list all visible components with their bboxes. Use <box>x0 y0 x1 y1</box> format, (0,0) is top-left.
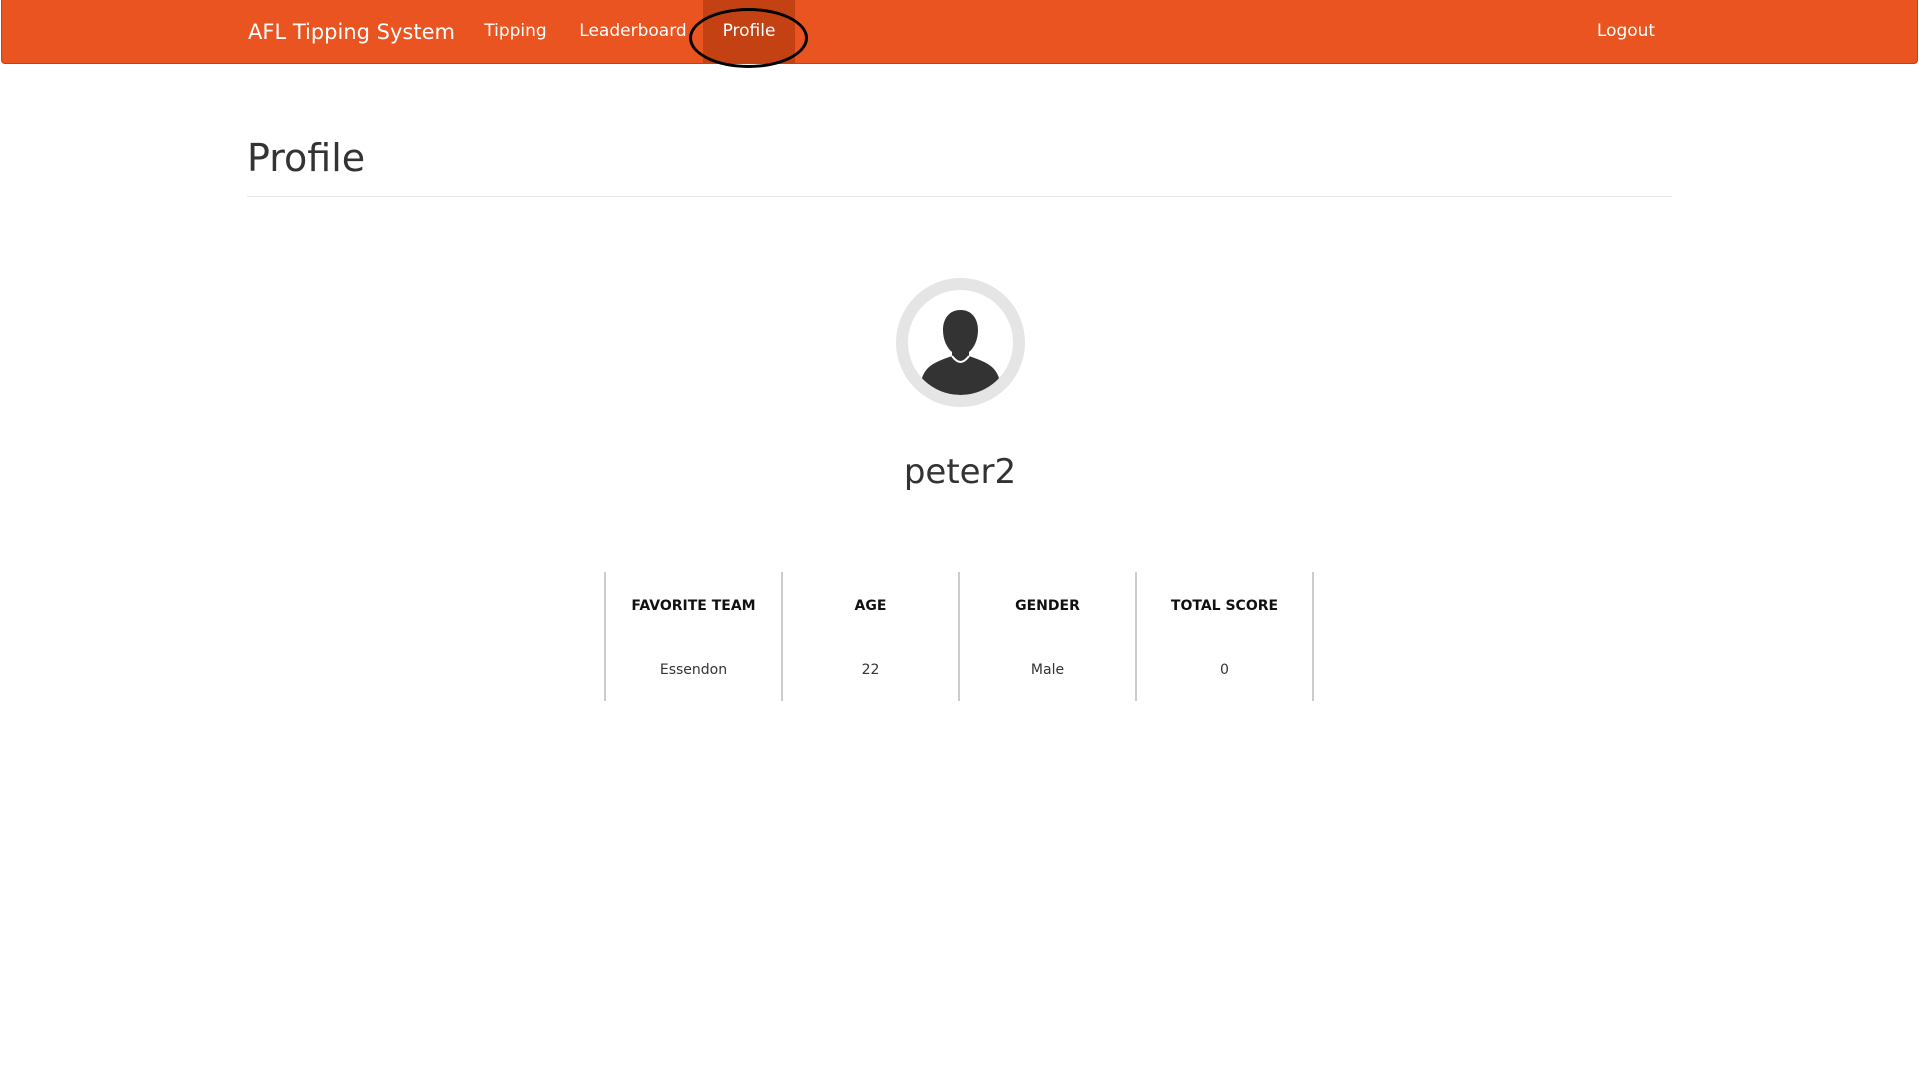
stat-gender: GENDER Male <box>958 572 1135 701</box>
brand-link[interactable]: AFL Tipping System <box>248 0 455 64</box>
user-silhouette-icon <box>908 290 1013 395</box>
stat-label: GENDER <box>1015 598 1080 614</box>
stat-label: AGE <box>854 598 887 614</box>
nav-tipping[interactable]: Tipping <box>468 0 563 63</box>
top-navbar: AFL Tipping System Tipping Leaderboard P… <box>1 0 1918 64</box>
username: peter2 <box>903 452 1017 492</box>
title-divider <box>247 196 1672 197</box>
stat-value: Essendon <box>659 662 728 678</box>
page-title: Profile <box>247 136 366 180</box>
stat-value: 22 <box>861 662 880 678</box>
stat-total-score: TOTAL SCORE 0 <box>1135 572 1314 701</box>
profile-stats: FAVORITE TEAM Essendon AGE 22 GENDER Mal… <box>604 572 1314 701</box>
stat-label: FAVORITE TEAM <box>631 598 756 614</box>
avatar <box>896 278 1025 407</box>
nav-leaderboard[interactable]: Leaderboard <box>563 0 703 63</box>
stat-label: TOTAL SCORE <box>1170 598 1279 614</box>
nav-logout[interactable]: Logout <box>1575 0 1677 63</box>
stat-value: Male <box>1030 662 1065 678</box>
nav-profile[interactable]: Profile <box>703 0 795 63</box>
stat-favorite-team: FAVORITE TEAM Essendon <box>604 572 781 701</box>
stat-age: AGE 22 <box>781 572 958 701</box>
stat-value: 0 <box>1220 662 1229 678</box>
